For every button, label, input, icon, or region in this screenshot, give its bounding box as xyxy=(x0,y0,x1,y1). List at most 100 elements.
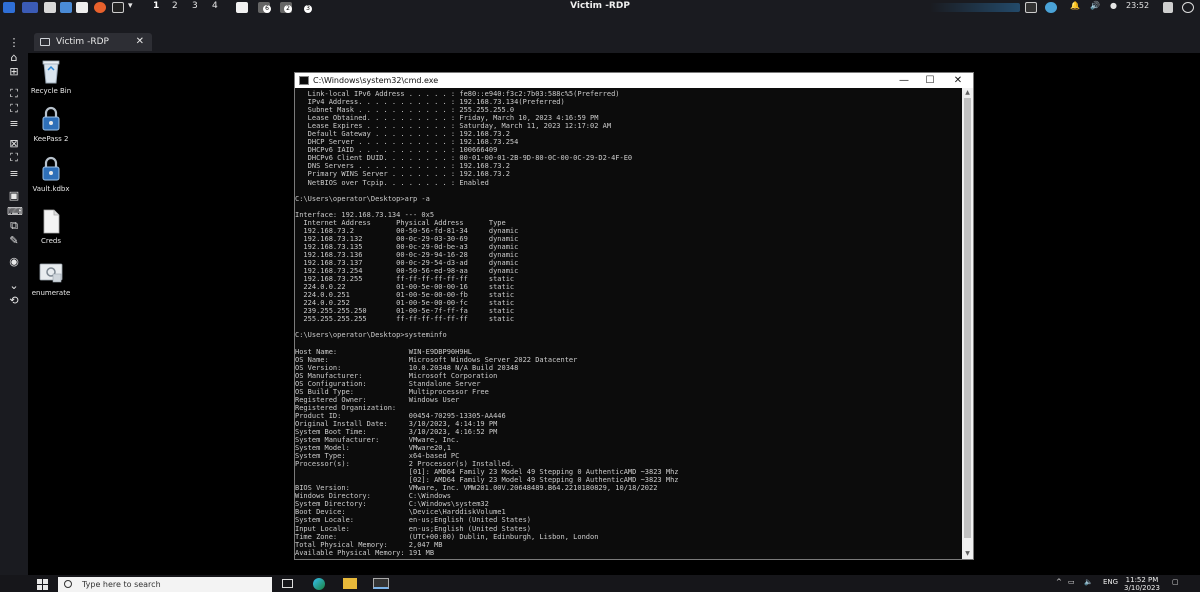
console-line: Link-local IPv6 Address . . . . . : fe80… xyxy=(295,90,620,98)
console-line: 224.0.0.251 01-00-5e-00-00-fb static xyxy=(295,291,515,300)
file-explorer-icon[interactable] xyxy=(343,578,357,589)
console-line: System Directory: C:\Windows\system32 xyxy=(295,500,489,509)
volume-icon[interactable]: 🔊 xyxy=(1090,1,1100,10)
language-indicator[interactable]: ENG xyxy=(1103,578,1118,586)
console-line: OS Build Type: Multiprocessor Free xyxy=(295,387,489,396)
console-line: NetBIOS over Tcpip. . . . . . . . : Enab… xyxy=(295,178,489,187)
console-line: 192.168.73.132 00-0c-29-03-30-69 dynamic xyxy=(295,234,519,243)
power-menu-icon[interactable] xyxy=(1182,2,1194,13)
console-line: System Boot Time: 3/10/2023, 4:16:52 PM xyxy=(295,427,498,436)
script-icon xyxy=(37,259,65,287)
console-line: 192.168.73.254 00-50-56-ed-98-aa dynamic xyxy=(295,267,519,276)
volume-icon[interactable]: 🔈 xyxy=(1084,578,1093,586)
console-line: OS Name: Microsoft Windows Server 2022 D… xyxy=(295,355,578,364)
keepass-lock-icon xyxy=(37,105,65,133)
notification-icon[interactable]: ▢ xyxy=(1172,578,1179,586)
console-line: Original Install Date: 3/10/2023, 4:14:1… xyxy=(295,419,498,428)
quality-icon[interactable]: ≡ xyxy=(7,168,21,180)
console-line: [02]: AMD64 Family 23 Model 49 Stepping … xyxy=(295,476,679,485)
screen: ▾ 1 2 3 4 6 2 3 Victim -RDP 🔔 🔊 ● 23:52 … xyxy=(0,0,1200,592)
scale-icon[interactable]: ≡ xyxy=(7,118,21,130)
menu-dots-icon[interactable]: ⋮ xyxy=(7,37,21,49)
remote-toolbar: ⋮ ⌂ ⊞ ⛶ ⛶ ≡ ⊠ ⛶ ≡ ▣ ⌨ ⧉ ✎ ◉ ⌄ ⟲ xyxy=(0,15,28,592)
fit-window-icon[interactable]: ⛶ xyxy=(7,103,21,115)
task-view-icon[interactable] xyxy=(282,579,293,588)
cmd-window[interactable]: C:\Windows\system32\cmd.exe — ☐ ✕ Link-l… xyxy=(294,72,974,560)
cmd-titlebar[interactable]: C:\Windows\system32\cmd.exe — ☐ ✕ xyxy=(295,73,973,88)
tab-strip: Victim -RDP ✕ xyxy=(28,15,1200,53)
network-icon[interactable]: ▭ xyxy=(1068,578,1075,586)
console-line: 192.168.73.135 00-0c-29-0d-be-a3 dynamic xyxy=(295,242,519,251)
desktop-icon-recycle-bin[interactable]: Recycle Bin xyxy=(25,57,77,95)
console-line: Available Physical Memory: 191 MB xyxy=(295,548,435,557)
cmd-app-icon xyxy=(299,76,309,85)
desktop-icon-label: Recycle Bin xyxy=(30,87,72,95)
edge-icon[interactable] xyxy=(313,578,325,590)
desktop-icon-keepass[interactable]: KeePass 2 xyxy=(25,105,77,143)
duplicate-icon[interactable]: ⧉ xyxy=(7,220,21,232)
console-line: Internet Address Physical Address Type xyxy=(295,218,506,227)
home-icon[interactable]: ⌂ xyxy=(7,52,21,64)
start-button[interactable] xyxy=(37,579,48,590)
tab-victim-rdp[interactable]: Victim -RDP ✕ xyxy=(34,33,152,51)
disconnect-icon[interactable]: ⟲ xyxy=(7,295,21,307)
scroll-down-icon[interactable]: ▼ xyxy=(962,549,973,559)
minimize-button[interactable]: — xyxy=(891,73,917,88)
grab-keyboard-icon[interactable]: ⊠ xyxy=(7,138,21,150)
search-box[interactable]: Type here to search xyxy=(58,577,272,592)
scroll-up-icon[interactable]: ▲ xyxy=(962,88,973,98)
desktop-icon-label: enumerate xyxy=(31,289,71,297)
minimize-icon[interactable]: ⌄ xyxy=(7,280,21,292)
add-icon[interactable]: ⊞ xyxy=(7,66,21,78)
vpn-icon[interactable] xyxy=(1045,2,1057,13)
desktop-icon-vault[interactable]: Vault.kdbx xyxy=(25,155,77,193)
monitor-icon xyxy=(40,38,50,46)
maximize-button[interactable]: ☐ xyxy=(917,73,943,88)
console-line: C:\Users\operator\Desktop>systeminfo xyxy=(295,331,447,340)
resize-icon[interactable]: ⛶ xyxy=(7,152,21,164)
chevron-up-icon[interactable]: ^ xyxy=(1056,578,1062,586)
desktop-icon-label: Vault.kdbx xyxy=(32,185,70,193)
close-button[interactable]: ✕ xyxy=(945,73,971,88)
console-line: Registered Owner: Windows User xyxy=(295,395,460,404)
console-line: IPv4 Address. . . . . . . . . . . : 192.… xyxy=(295,98,565,107)
cmd-taskbar-icon[interactable] xyxy=(373,578,389,589)
search-placeholder: Type here to search xyxy=(82,580,161,589)
console-line: 224.0.0.252 01-00-5e-00-00-fc static xyxy=(295,299,515,308)
console-line: 224.0.0.22 01-00-5e-00-00-16 static xyxy=(295,283,515,292)
cmd-output[interactable]: Link-local IPv6 Address . . . . . : fe80… xyxy=(295,88,961,559)
console-line: DHCPv6 Client DUID. . . . . . . . : 00-0… xyxy=(295,154,633,163)
console-line: C:\Users\operator\Desktop>arp -a xyxy=(295,194,430,203)
console-line: System Manufacturer: VMware, Inc. xyxy=(295,436,460,445)
power-icon[interactable]: ● xyxy=(1110,1,1117,10)
host-clock: 23:52 xyxy=(1126,1,1150,10)
keepass-lock-icon xyxy=(37,155,65,183)
keyboard-icon[interactable]: ⌨ xyxy=(7,206,23,218)
network-graph-icon xyxy=(930,3,1020,12)
fullscreen-icon[interactable]: ⛶ xyxy=(7,88,21,100)
console-line: Default Gateway . . . . . . . . . : 192.… xyxy=(295,130,510,139)
search-icon xyxy=(64,580,72,588)
close-icon[interactable]: ✕ xyxy=(136,33,144,51)
multimonitor-icon[interactable]: ▣ xyxy=(7,190,21,202)
tools-icon[interactable]: ✎ xyxy=(7,235,21,247)
display-icon[interactable] xyxy=(1025,2,1037,13)
desktop-icon-enumerate[interactable]: enumerate xyxy=(25,259,77,297)
lock-icon[interactable] xyxy=(1163,2,1173,13)
console-line: 192.168.73.136 00-0c-29-94-16-28 dynamic xyxy=(295,250,519,259)
cmd-scrollbar[interactable]: ▲ ▼ xyxy=(962,88,973,559)
host-top-panel: ▾ 1 2 3 4 6 2 3 Victim -RDP 🔔 🔊 ● 23:52 xyxy=(0,0,1200,15)
desktop-icon-creds[interactable]: Creds xyxy=(25,207,77,245)
console-line: DHCPv6 IAID . . . . . . . . . . . : 1006… xyxy=(295,146,498,155)
window-title: Victim -RDP xyxy=(570,1,630,11)
notification-icon[interactable]: 🔔 xyxy=(1070,1,1080,10)
console-line: Time Zone: (UTC+00:00) Dublin, Edinburgh… xyxy=(295,532,599,541)
taskbar-clock[interactable]: 11:52 PM 3/10/2023 xyxy=(1118,576,1166,592)
console-line: Registered Organization: xyxy=(295,403,397,412)
scroll-thumb[interactable] xyxy=(964,98,971,538)
screenshot-icon[interactable]: ◉ xyxy=(7,256,21,268)
console-line: Windows Directory: C:\Windows xyxy=(295,492,451,501)
console-line: System Model: VMware20,1 xyxy=(295,444,451,453)
